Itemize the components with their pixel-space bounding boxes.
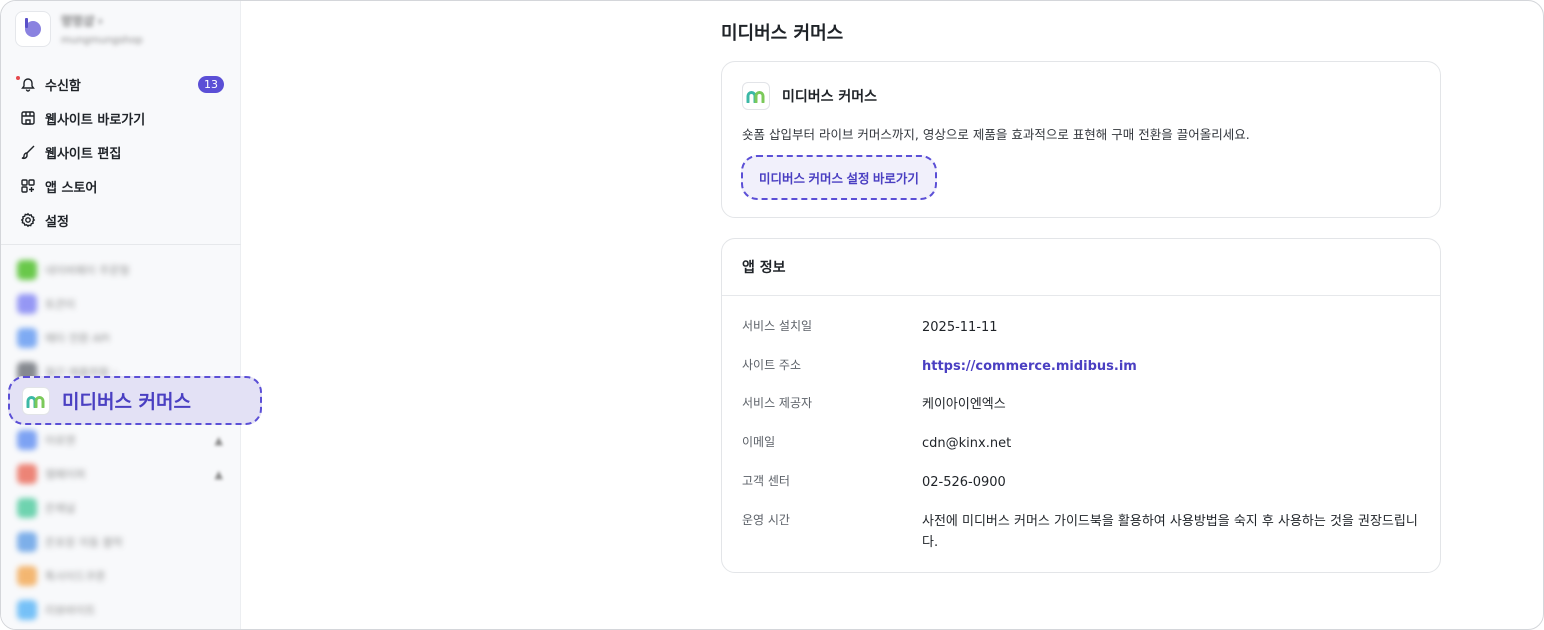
sidebar-app-item[interactable]: 메타 전환 API [1, 321, 241, 355]
info-value: 케이아이엔엑스 [922, 397, 1006, 412]
info-label: 사이트 주소 [742, 358, 802, 372]
sidebar-item-app-store[interactable]: 앱 스토어 [1, 169, 241, 203]
store-id: mungmungshop [61, 35, 143, 46]
app-icon [17, 430, 37, 450]
app-label: 톡사이드쿠폰 [45, 570, 106, 583]
midibus-logo [742, 82, 770, 110]
midibus-logo [22, 386, 50, 415]
open-settings-button[interactable]: 미디버스 커머스 설정 바로가기 [741, 155, 937, 200]
info-row-provider: 서비스 제공자 케이아이엔엑스 [742, 394, 1422, 415]
apps-grid-icon [19, 177, 37, 195]
app-icon [17, 464, 37, 484]
app-label: 미디버스 커머스 [62, 391, 191, 413]
sidebar-item-visit-website[interactable]: 웹사이트 바로가기 [1, 101, 241, 135]
info-label: 서비스 제공자 [742, 396, 813, 410]
app-info-card: 앱 정보 서비스 설치일 2025-11-11 사이트 주소 https://c… [721, 238, 1441, 573]
info-value: cdn@kinx.net [922, 436, 1012, 451]
info-label: 운영 시간 [742, 513, 790, 527]
info-label: 이메일 [742, 435, 776, 449]
sidebar-app-item[interactable]: 톡사이드쿠폰 [1, 559, 241, 593]
sidebar-app-item[interactable]: 아로앤 ▲ [1, 423, 241, 457]
app-description: 숏폼 삽입부터 라이브 커머스까지, 영상으로 제품을 효과적으로 표현해 구매… [742, 127, 1250, 142]
sidebar-item-settings[interactable]: 설정 [1, 203, 241, 237]
sidebar-app-item[interactable]: 은채널 [1, 491, 241, 525]
sidebar-app-item[interactable]: 잼페이퍼 ▲ [1, 457, 241, 491]
sidebar-app-item[interactable]: 리뷰바이트 [1, 593, 241, 627]
app-label: 은포장 자동 블락 [45, 536, 123, 549]
site-url-link[interactable]: https://commerce.midibus.im [922, 359, 1137, 374]
app-label: 아로앤 [45, 434, 76, 447]
app-icon [17, 294, 37, 314]
store-icon [19, 109, 37, 127]
app-icon [17, 498, 37, 518]
brush-icon [19, 143, 37, 161]
sidebar-item-edit-website[interactable]: 웹사이트 편집 [1, 135, 241, 169]
app-label: 메타 전환 API [45, 332, 110, 345]
info-card-title: 앱 정보 [742, 260, 786, 276]
info-value: 사전에 미디버스 커머스 가이드북을 활용하여 사용방법을 숙지 후 사용하는 … [922, 514, 1418, 550]
info-label: 고객 센터 [742, 474, 790, 488]
app-icon [17, 532, 37, 552]
app-name: 미디버스 커머스 [782, 89, 878, 105]
sidebar-item-label: 앱 스토어 [45, 180, 98, 196]
sidebar-app-item[interactable]: 토큰미 [1, 287, 241, 321]
sidebar-item-label: 수신함 [45, 78, 81, 94]
app-label: 토큰미 [45, 298, 76, 311]
store-switcher[interactable]: 멍멍샵 › mungmungshop [15, 11, 143, 47]
app-icon [17, 600, 37, 620]
sidebar-divider [1, 244, 241, 245]
warning-icon: ▲ [214, 468, 223, 481]
sidebar-app-midibus-commerce[interactable]: 미디버스 커머스 [8, 376, 262, 425]
info-divider [722, 295, 1440, 296]
sidebar-item-inbox[interactable]: 수신함 13 [1, 67, 241, 101]
app-label: 잼페이퍼 [45, 468, 86, 481]
warning-icon: ▲ [214, 434, 223, 447]
app-label: 리뷰바이트 [45, 604, 96, 617]
info-value: 02-526-0900 [922, 475, 1006, 490]
app-icon [17, 260, 37, 280]
sidebar-item-label: 웹사이트 편집 [45, 146, 122, 162]
app-label: 네이버페이 주문형 [45, 264, 130, 277]
info-value: 2025-11-11 [922, 320, 998, 335]
inbox-count-badge: 13 [198, 76, 224, 93]
sidebar-item-label: 설정 [45, 214, 69, 230]
page-title: 미디버스 커머스 [721, 23, 844, 44]
info-row-email: 이메일 cdn@kinx.net [742, 433, 1422, 454]
bell-icon [19, 75, 37, 93]
sidebar-app-item[interactable]: 은포장 자동 블락 [1, 525, 241, 559]
info-row-site-url: 사이트 주소 https://commerce.midibus.im [742, 356, 1422, 377]
app-label: 은채널 [45, 502, 76, 515]
app-overview-card: 미디버스 커머스 숏폼 삽입부터 라이브 커머스까지, 영상으로 제품을 효과적… [721, 61, 1441, 218]
notification-dot [16, 76, 20, 80]
sidebar: 멍멍샵 › mungmungshop 수신함 13 웹사이트 바로가기 웹사이트… [1, 1, 241, 629]
info-row-support: 고객 센터 02-526-0900 [742, 472, 1422, 493]
installed-apps-list-lower: 아로앤 ▲ 잼페이퍼 ▲ 은채널 은포장 자동 블락 톡사이드쿠폰 리뷰바이트 [1, 423, 241, 627]
store-name: 멍멍샵 › [61, 14, 103, 28]
app-icon [17, 566, 37, 586]
gear-icon [19, 211, 37, 229]
app-icon [17, 328, 37, 348]
sidebar-item-label: 웹사이트 바로가기 [45, 112, 146, 128]
info-row-hours: 운영 시간 사전에 미디버스 커머스 가이드북을 활용하여 사용방법을 숙지 후… [742, 511, 1422, 553]
sidebar-app-item[interactable]: 네이버페이 주문형 [1, 253, 241, 287]
store-logo [15, 11, 51, 47]
info-label: 서비스 설치일 [742, 319, 813, 333]
app-window: 멍멍샵 › mungmungshop 수신함 13 웹사이트 바로가기 웹사이트… [0, 0, 1544, 630]
sidebar-menu: 수신함 13 웹사이트 바로가기 웹사이트 편집 앱 스토어 설정 [1, 67, 241, 237]
installed-apps-list: 네이버페이 주문형 토큰미 메타 전환 API 월간 매출현황 › [1, 253, 241, 389]
info-row-install-date: 서비스 설치일 2025-11-11 [742, 317, 1422, 338]
